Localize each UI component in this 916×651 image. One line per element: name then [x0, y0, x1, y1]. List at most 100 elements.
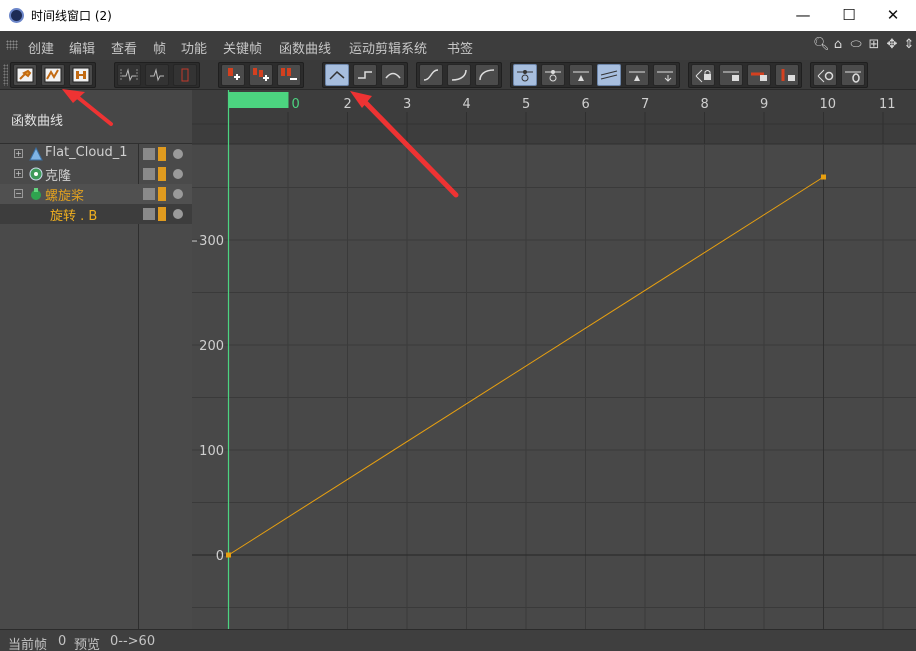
ease-in-button[interactable] [447, 64, 471, 86]
zero-length-button[interactable] [841, 64, 865, 86]
track-solo-icon[interactable] [173, 209, 183, 219]
keyframe-end[interactable] [821, 174, 826, 180]
graph-background [192, 90, 916, 629]
tangent-button-6[interactable] [653, 64, 677, 86]
frame-all-icon[interactable]: ⊞ [867, 37, 881, 53]
toolbar-grip-icon [3, 64, 8, 86]
track-row-propeller[interactable]: − 螺旋桨 [0, 184, 192, 204]
cinema4d-app-icon [9, 8, 24, 23]
track-enable-icon[interactable] [143, 148, 155, 160]
keyframe-mode-button[interactable] [13, 64, 37, 86]
curve-view-button-2[interactable] [145, 64, 169, 86]
track-enable-icon[interactable] [143, 168, 155, 180]
menu-edit[interactable]: 编辑 [69, 38, 95, 57]
track-name: 螺旋桨 [45, 189, 85, 204]
lock-button-1[interactable] [691, 64, 715, 86]
track-enable-icon[interactable] [143, 208, 155, 220]
add-key-button[interactable] [221, 64, 245, 86]
track-row-cloner[interactable]: + 克隆 [0, 164, 192, 184]
step-interp-button[interactable] [353, 64, 377, 86]
menu-frame[interactable]: 帧 [153, 38, 166, 57]
move-icon[interactable]: ✥ [885, 37, 899, 53]
menu-grip-icon[interactable] [6, 40, 18, 50]
expand-icon[interactable]: + [14, 149, 23, 158]
add-keys-button[interactable] [249, 64, 273, 86]
maximize-button[interactable]: ☐ [826, 0, 872, 31]
spline-interp-button[interactable] [381, 64, 405, 86]
toolbar [0, 60, 916, 90]
lock-button-4[interactable] [775, 64, 799, 86]
ellipse-icon[interactable]: ⬭ [849, 37, 863, 53]
keyframe-start[interactable] [226, 552, 231, 558]
track-list-panel: 函数曲线 + Flat_Cloud_1 + 克隆 − 螺旋桨 旋转 . B [0, 90, 192, 629]
frame-label: 2 [344, 97, 352, 112]
mode-button-group [10, 62, 96, 88]
menu-motion-system[interactable]: 运动剪辑系统 [349, 38, 427, 57]
remove-key-button[interactable] [277, 64, 301, 86]
zero-angle-button[interactable] [813, 64, 837, 86]
curve-view-button-3[interactable] [173, 64, 197, 86]
menu-create[interactable]: 创建 [28, 38, 54, 57]
fcurve-graph-svg[interactable]: 0 2 3 4 5 6 7 8 9 10 11 300 200 100 0 [192, 90, 916, 629]
cloner-icon [29, 167, 43, 181]
menu-functions[interactable]: 功能 [181, 38, 207, 57]
ease-out-button[interactable] [475, 64, 499, 86]
frame-label: 3 [403, 97, 411, 112]
track-row-flat-cloud[interactable]: + Flat_Cloud_1 [0, 144, 192, 164]
key-add-group [218, 62, 304, 88]
lock-group [688, 62, 802, 88]
value-label: 300 [199, 234, 224, 249]
current-time-marker[interactable] [228, 92, 289, 108]
curve-view-button-1[interactable] [117, 64, 141, 86]
home-icon[interactable]: ⌂ [831, 37, 845, 53]
tangent-group [510, 62, 680, 88]
frame-label: 6 [582, 97, 590, 112]
frame-ruler[interactable] [192, 90, 916, 144]
track-solo-icon[interactable] [173, 189, 183, 199]
menu-bookmarks[interactable]: 书签 [447, 38, 473, 57]
frame-label: 4 [463, 97, 471, 112]
close-button[interactable]: ✕ [870, 0, 916, 31]
tangent-button-5[interactable] [625, 64, 649, 86]
move-vertical-icon[interactable]: ⇕ [902, 37, 916, 53]
track-color-icon[interactable] [158, 167, 166, 181]
minimize-button[interactable]: — [780, 0, 826, 31]
tangent-button-4[interactable] [597, 64, 621, 86]
track-enable-icon[interactable] [143, 188, 155, 200]
track-color-icon[interactable] [158, 207, 166, 221]
linear-interp-button[interactable] [325, 64, 349, 86]
propeller-icon [31, 188, 41, 200]
ease-inout-button[interactable] [419, 64, 443, 86]
fcurve-graph-area[interactable]: 0 2 3 4 5 6 7 8 9 10 11 300 200 100 0 [192, 90, 916, 629]
menu-keyframes[interactable]: 关键帧 [223, 38, 262, 57]
frame-label: 9 [760, 97, 768, 112]
lock-button-3[interactable] [747, 64, 771, 86]
menu-fcurve[interactable]: 函数曲线 [279, 38, 331, 57]
frame-label: 0 [292, 97, 300, 112]
status-bar: 当前帧 0 预览 0-->60 [0, 629, 916, 651]
frame-label: 8 [701, 97, 709, 112]
frame-label: 10 [820, 97, 837, 112]
collapse-icon[interactable]: − [14, 189, 23, 198]
track-solo-icon[interactable] [173, 169, 183, 179]
track-solo-icon[interactable] [173, 149, 183, 159]
preview-label: 预览 [74, 638, 101, 651]
track-row-rotation-b[interactable]: 旋转 . B [0, 204, 192, 224]
fcurve-mode-button[interactable] [41, 64, 65, 86]
easing-group [416, 62, 502, 88]
frame-label: 7 [641, 97, 649, 112]
tangent-button-1[interactable] [513, 64, 537, 86]
current-frame-value: 0 [58, 634, 67, 649]
track-name: 旋转 . B [50, 209, 98, 224]
lock-button-2[interactable] [719, 64, 743, 86]
tangent-button-3[interactable] [569, 64, 593, 86]
magnifier-icon[interactable]: 🔍︎ [813, 37, 830, 53]
zero-group [810, 62, 868, 88]
menu-view[interactable]: 查看 [111, 38, 137, 57]
track-name: Flat_Cloud_1 [45, 145, 128, 160]
track-color-icon[interactable] [158, 187, 166, 201]
tangent-button-2[interactable] [541, 64, 565, 86]
motion-mode-button[interactable] [69, 64, 93, 86]
expand-icon[interactable]: + [14, 169, 23, 178]
track-color-icon[interactable] [158, 147, 166, 161]
